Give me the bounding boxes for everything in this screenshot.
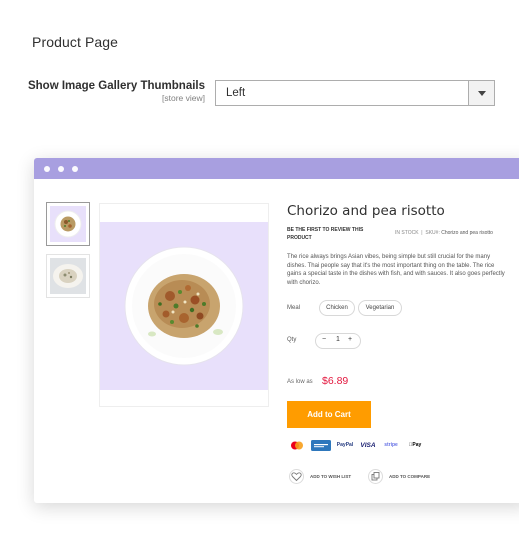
- mastercard-icon: [291, 441, 303, 450]
- window-dot-icon: [44, 166, 50, 172]
- window-dot-icon: [58, 166, 64, 172]
- store-view-scope: [store view]: [162, 93, 205, 103]
- dish-thumbnail-icon: [50, 258, 86, 294]
- meal-option-chicken[interactable]: Chicken: [319, 300, 355, 316]
- apple-pay-icon: Pay: [405, 440, 425, 451]
- product-preview-window: Chorizo and pea risotto BE THE FIRST TO …: [34, 158, 519, 503]
- qty-value[interactable]: 1: [336, 336, 340, 343]
- qty-minus-button[interactable]: −: [322, 336, 326, 343]
- compare-icon: [371, 472, 380, 481]
- stripe-icon: stripe: [384, 442, 398, 448]
- add-to-cart-button[interactable]: Add to Cart: [287, 401, 371, 428]
- thumbnails-label: Show Image Gallery Thumbnails: [27, 80, 205, 92]
- review-link[interactable]: BE THE FIRST TO REVIEW THIS PRODUCT: [287, 226, 367, 242]
- window-titlebar: [34, 158, 519, 179]
- heart-icon: [291, 472, 302, 482]
- sku-value: Chorizo and pea risotto: [441, 230, 493, 236]
- main-product-image[interactable]: [100, 222, 268, 390]
- meal-label: Meal: [287, 305, 301, 311]
- qty-label: Qty: [287, 337, 297, 343]
- sku-label: SKU#:: [425, 230, 440, 236]
- dish-thumbnail-icon: [50, 206, 86, 242]
- visa-icon: VISA: [360, 442, 376, 449]
- add-to-compare-link[interactable]: ADD TO COMPARE: [389, 474, 430, 479]
- quantity-stepper[interactable]: − 1 +: [315, 333, 361, 349]
- select-value: Left: [226, 87, 246, 99]
- compare-button[interactable]: [368, 469, 383, 484]
- window-dot-icon: [72, 166, 78, 172]
- gallery-thumbnail[interactable]: [46, 254, 90, 298]
- meal-option-vegetarian[interactable]: Vegetarian: [358, 300, 402, 316]
- dish-plate-icon: [124, 246, 244, 366]
- stock-status: IN STOCK: [395, 230, 419, 236]
- field-label: Show Image Gallery Thumbnails [store vie…: [28, 80, 205, 103]
- section-title: Product Page: [32, 34, 119, 50]
- add-to-wishlist-link[interactable]: ADD TO WISH LIST: [310, 474, 351, 479]
- thumbnails-position-select[interactable]: Left: [215, 80, 495, 106]
- apple-pay-label: Pay: [410, 442, 421, 448]
- main-image-frame: [99, 203, 269, 407]
- product-description: The rice always brings Asian vibes, bein…: [287, 254, 505, 286]
- price-label: As low as: [287, 379, 313, 385]
- amex-icon: [311, 440, 331, 451]
- chevron-down-icon[interactable]: [468, 81, 494, 105]
- product-price: $6.89: [322, 375, 349, 387]
- stock-sku: IN STOCK | SKU#: Chorizo and pea risotto: [395, 230, 493, 236]
- qty-plus-button[interactable]: +: [348, 336, 352, 343]
- paypal-icon: PayPal: [336, 442, 354, 448]
- wishlist-button[interactable]: [289, 469, 304, 484]
- gallery-thumbnail[interactable]: [46, 202, 90, 246]
- product-title: Chorizo and pea risotto: [287, 203, 445, 219]
